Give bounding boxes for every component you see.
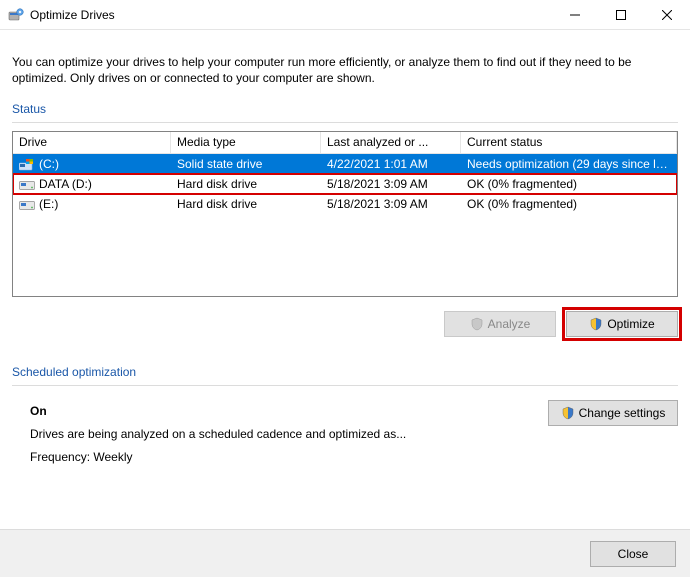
media-cell: Solid state drive xyxy=(171,157,321,171)
drive-cell: (E:) xyxy=(13,197,171,211)
shield-icon xyxy=(470,317,484,331)
drives-header: Drive Media type Last analyzed or ... Cu… xyxy=(13,132,677,154)
media-cell: Hard disk drive xyxy=(171,177,321,191)
shield-icon xyxy=(589,317,603,331)
last-analyzed-cell: 5/18/2021 3:09 AM xyxy=(321,197,461,211)
optimize-button[interactable]: Optimize xyxy=(566,311,678,337)
close-button[interactable]: Close xyxy=(590,541,676,567)
drive-icon xyxy=(19,179,35,191)
close-label: Close xyxy=(618,547,649,561)
drive-cell: (C:) xyxy=(13,157,171,171)
status-cell: Needs optimization (29 days since last..… xyxy=(461,157,677,171)
scheduled-desc: Drives are being analyzed on a scheduled… xyxy=(30,423,406,446)
drive-row[interactable]: (C:) Solid state drive4/22/2021 1:01 AMNe… xyxy=(13,154,677,174)
drive-row[interactable]: (E:) Hard disk drive5/18/2021 3:09 AMOK (… xyxy=(13,194,677,214)
maximize-button[interactable] xyxy=(598,0,644,30)
col-header-drive[interactable]: Drive xyxy=(13,132,171,153)
change-settings-label: Change settings xyxy=(579,406,666,420)
drive-name: (E:) xyxy=(39,197,58,211)
drive-cell: DATA (D:) xyxy=(13,177,171,191)
col-header-last[interactable]: Last analyzed or ... xyxy=(321,132,461,153)
col-header-media[interactable]: Media type xyxy=(171,132,321,153)
divider xyxy=(12,385,678,386)
status-cell: OK (0% fragmented) xyxy=(461,177,677,191)
analyze-button: Analyze xyxy=(444,311,556,337)
divider xyxy=(12,122,678,123)
shield-icon xyxy=(561,406,575,420)
drives-list[interactable]: Drive Media type Last analyzed or ... Cu… xyxy=(12,131,678,297)
status-cell: OK (0% fragmented) xyxy=(461,197,677,211)
titlebar: Optimize Drives xyxy=(0,0,690,30)
app-icon xyxy=(8,7,24,23)
intro-text: You can optimize your drives to help you… xyxy=(12,54,678,86)
scheduled-section-label: Scheduled optimization xyxy=(12,365,678,379)
window-title: Optimize Drives xyxy=(30,8,552,22)
drive-name: (C:) xyxy=(39,157,59,171)
drive-name: DATA (D:) xyxy=(39,177,92,191)
analyze-label: Analyze xyxy=(488,317,531,331)
last-analyzed-cell: 4/22/2021 1:01 AM xyxy=(321,157,461,171)
media-cell: Hard disk drive xyxy=(171,197,321,211)
minimize-button[interactable] xyxy=(552,0,598,30)
col-header-status[interactable]: Current status xyxy=(461,132,677,153)
status-section-label: Status xyxy=(12,102,678,116)
optimize-label: Optimize xyxy=(607,317,654,331)
drive-icon xyxy=(19,159,35,171)
footer: Close xyxy=(0,529,690,577)
drive-row[interactable]: DATA (D:) Hard disk drive5/18/2021 3:09 A… xyxy=(13,174,677,194)
drive-icon xyxy=(19,199,35,211)
last-analyzed-cell: 5/18/2021 3:09 AM xyxy=(321,177,461,191)
scheduled-state: On xyxy=(30,400,406,423)
change-settings-button[interactable]: Change settings xyxy=(548,400,678,426)
close-window-button[interactable] xyxy=(644,0,690,30)
scheduled-frequency: Frequency: Weekly xyxy=(30,446,406,469)
